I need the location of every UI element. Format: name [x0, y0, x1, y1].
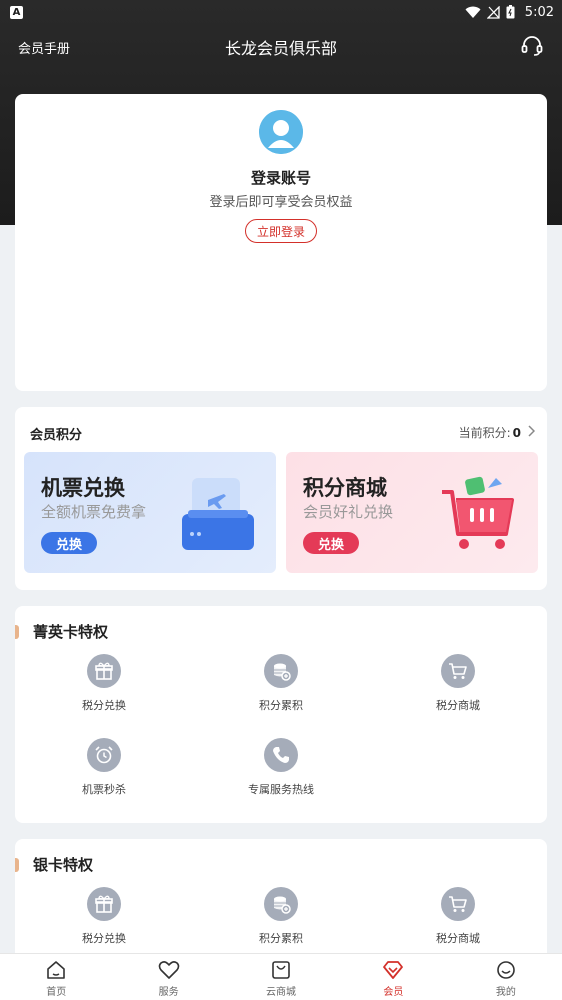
wifi-icon — [465, 6, 481, 18]
section-marker — [15, 857, 19, 872]
silver-card-privileges: 银卡特权 税分兑换 积分累积 税分商城 — [15, 839, 547, 969]
tab-label: 服务 — [158, 987, 179, 998]
points-mall-banner[interactable]: 积分商城 会员好礼兑换 兑换 — [286, 452, 538, 573]
coins-icon — [264, 887, 298, 921]
status-time: 5:02 — [524, 4, 554, 20]
points-section-title: 会员积分 — [30, 428, 83, 443]
privilege-label: 税分商城 — [436, 932, 480, 945]
cart-icon — [441, 654, 475, 688]
tab-label: 我的 — [495, 987, 516, 998]
current-points-label: 当前积分: — [458, 426, 511, 440]
headset-icon — [521, 36, 543, 56]
tab-label: 会员 — [383, 987, 404, 998]
privilege-item-tax-exchange[interactable]: 税分兑换 — [34, 654, 174, 713]
points-mall-title: 积分商城 — [303, 476, 387, 500]
shopping-cart-icon — [440, 474, 520, 558]
current-points-link[interactable]: 当前积分: 0 — [458, 424, 536, 441]
customer-service-button[interactable] — [520, 34, 544, 62]
tab-cloud-mall[interactable]: 云商城 — [225, 954, 337, 1000]
battery-icon — [506, 5, 515, 19]
privilege-item-tax-exchange[interactable]: 税分兑换 — [34, 887, 174, 946]
smiley-icon — [497, 961, 515, 979]
privilege-item-points-accumulate[interactable]: 积分累积 — [211, 887, 351, 946]
ticket-exchange-subtitle: 全额机票免费拿 — [41, 503, 147, 521]
tab-label: 云商城 — [266, 987, 297, 998]
chevron-right-icon — [527, 425, 536, 440]
login-subtitle: 登录后即可享受会员权益 — [209, 195, 353, 210]
shopping-bag-icon — [272, 961, 290, 979]
top-navigation: 会员手册 长龙会员俱乐部 — [0, 30, 562, 64]
alarm-clock-icon — [87, 738, 121, 772]
privilege-label: 税分商城 — [436, 699, 480, 712]
tab-mine[interactable]: 我的 — [450, 954, 562, 1000]
current-points-value: 0 — [512, 425, 521, 440]
privilege-label: 积分累积 — [259, 932, 303, 945]
home-icon — [47, 961, 66, 979]
coins-icon — [264, 654, 298, 688]
avatar[interactable] — [259, 110, 303, 154]
tab-home[interactable]: 首页 — [0, 954, 112, 1000]
points-mall-subtitle: 会员好礼兑换 — [303, 503, 394, 521]
page-title: 长龙会员俱乐部 — [224, 39, 337, 58]
phone-icon — [264, 738, 298, 772]
privilege-label: 机票秒杀 — [82, 783, 126, 796]
privilege-item-tax-mall[interactable]: 税分商城 — [388, 654, 528, 713]
privilege-item-flash-sale[interactable]: 机票秒杀 — [34, 738, 174, 797]
diamond-icon — [383, 961, 404, 979]
elite-card-privileges: 菁英卡特权 税分兑换 积分累积 税分商城 机票秒杀 专属服务热线 — [15, 606, 547, 823]
gift-icon — [87, 887, 121, 921]
status-bar: A 5:02 — [0, 0, 562, 24]
section-title: 菁英卡特权 — [33, 623, 109, 641]
user-avatar-icon — [259, 110, 303, 154]
privilege-label: 税分兑换 — [82, 699, 126, 712]
ticket-exchange-title: 机票兑换 — [41, 476, 125, 500]
tab-member[interactable]: 会员 — [337, 954, 449, 1000]
gift-icon — [87, 654, 121, 688]
privilege-item-service-hotline[interactable]: 专属服务热线 — [211, 738, 351, 797]
ticket-exchange-banner[interactable]: 机票兑换 全额机票免费拿 兑换 — [24, 452, 276, 573]
member-points-card: 会员积分 当前积分: 0 机票兑换 全额机票免费拿 兑换 积分商城 会员好礼兑换… — [15, 407, 547, 590]
signal-icon — [486, 5, 500, 19]
points-mall-button[interactable]: 兑换 — [303, 532, 359, 554]
privilege-label: 税分兑换 — [82, 932, 126, 945]
tab-service[interactable]: 服务 — [112, 954, 224, 1000]
login-title: 登录账号 — [250, 169, 311, 187]
app-notification-icon: A — [10, 5, 23, 19]
section-title: 银卡特权 — [33, 856, 94, 874]
section-marker — [15, 624, 19, 639]
ticket-printer-icon — [180, 474, 258, 558]
ticket-exchange-button[interactable]: 兑换 — [41, 532, 97, 554]
login-card: 登录账号 登录后即可享受会员权益 立即登录 — [15, 94, 547, 391]
tab-label: 首页 — [46, 987, 67, 998]
heart-icon — [158, 961, 179, 979]
cart-icon — [441, 887, 475, 921]
privilege-item-points-accumulate[interactable]: 积分累积 — [211, 654, 351, 713]
bottom-tab-bar: 首页 服务 云商城 会员 我的 — [0, 953, 562, 1000]
login-button[interactable]: 立即登录 — [245, 219, 317, 243]
privilege-item-tax-mall[interactable]: 税分商城 — [388, 887, 528, 946]
privilege-label: 积分累积 — [259, 699, 303, 712]
privilege-label: 专属服务热线 — [248, 783, 314, 796]
